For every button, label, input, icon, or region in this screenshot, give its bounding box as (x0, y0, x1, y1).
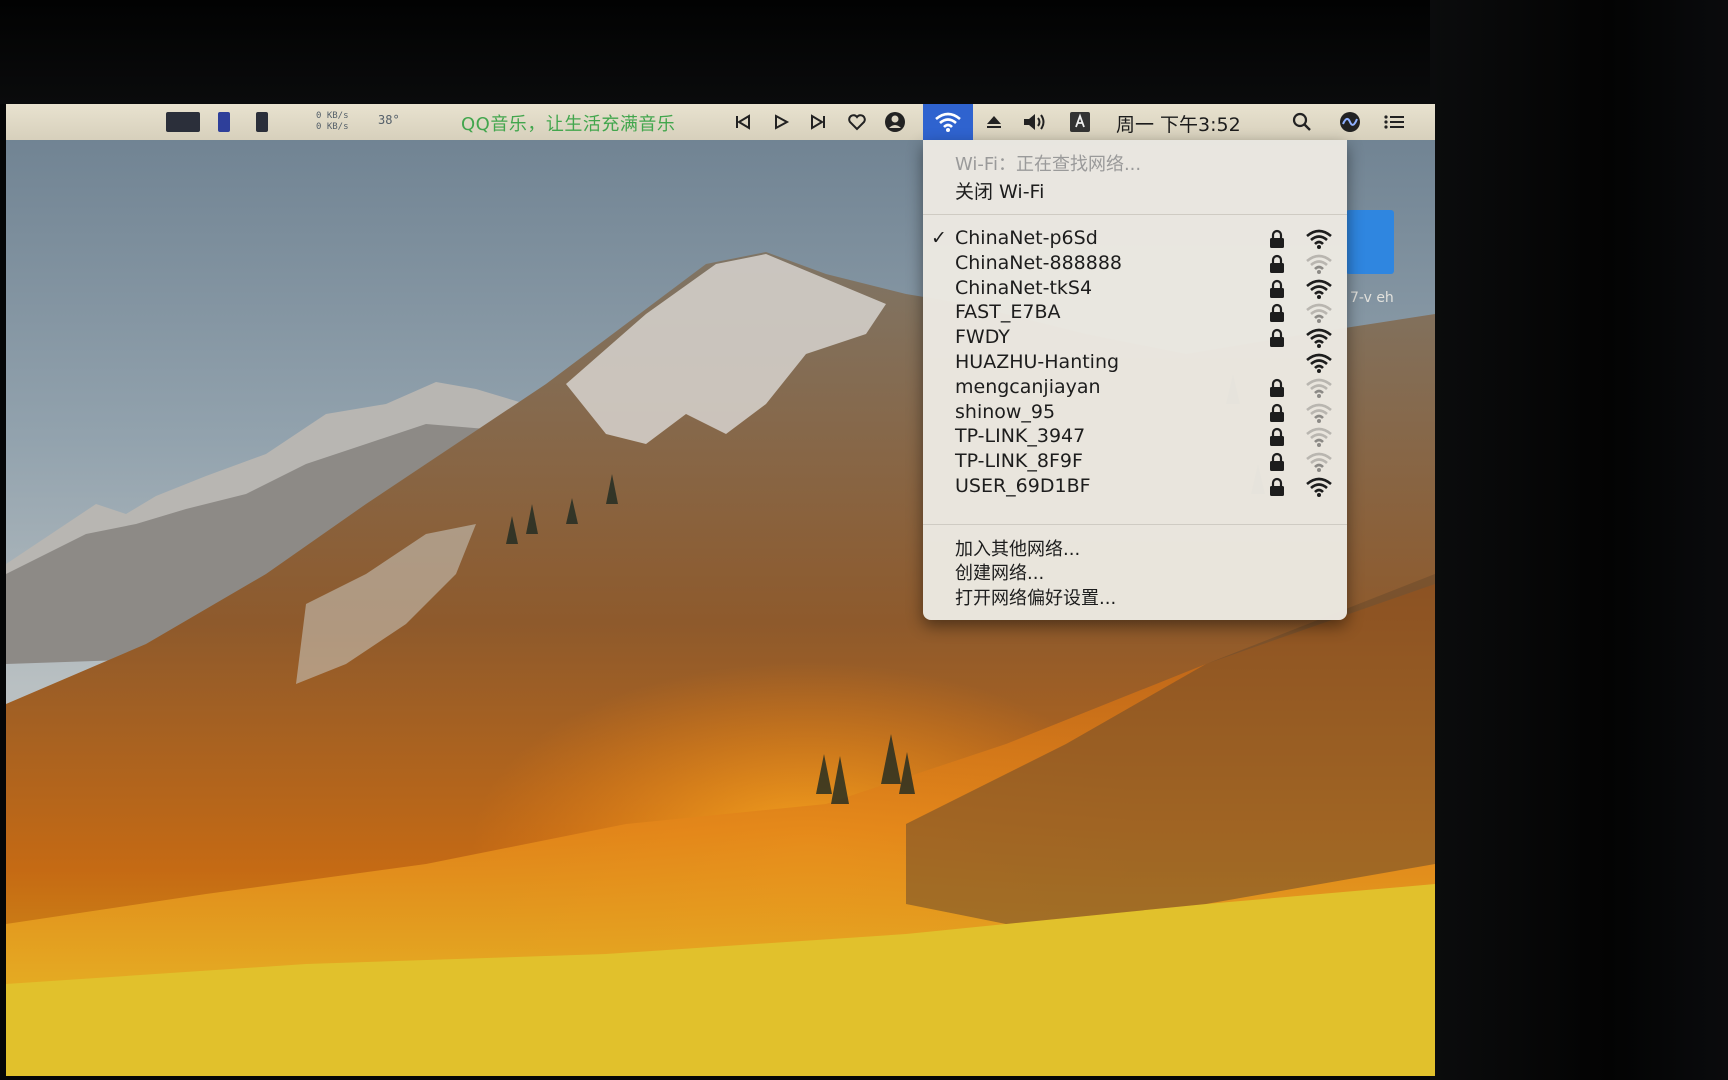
volume-icon[interactable] (1018, 104, 1054, 140)
cpu-monitor-icon[interactable] (166, 112, 200, 132)
network-name: mengcanjiayan (955, 375, 1101, 398)
network-item[interactable]: FWDY (923, 324, 1347, 351)
network-speed-up: 0 KB/s (316, 111, 349, 121)
wifi-menu-button[interactable] (923, 104, 973, 140)
network-name: ChinaNet-p6Sd (955, 227, 1098, 249)
menu-separator (923, 214, 1347, 215)
menu-separator (923, 524, 1347, 525)
play-icon[interactable] (766, 104, 796, 140)
open-network-preferences-item[interactable]: 打开网络偏好设置... (955, 584, 1116, 610)
skip-back-icon[interactable] (728, 104, 758, 140)
desktop-file-icon[interactable] (1346, 210, 1394, 274)
lock-icon (1270, 378, 1284, 397)
network-name: FWDY (955, 326, 1010, 349)
notification-list-icon[interactable] (1378, 104, 1410, 140)
lock-icon (1270, 453, 1284, 472)
wifi-signal-weak-icon (1306, 304, 1332, 324)
lock-icon (1270, 428, 1284, 447)
wifi-signal-weak-icon (1306, 428, 1332, 448)
wifi-signal-strong-icon (1306, 229, 1332, 249)
join-other-network-item[interactable]: 加入其他网络... (955, 535, 1080, 561)
network-speed-down: 0 KB/s (316, 122, 349, 132)
lock-icon (1270, 304, 1284, 323)
wifi-signal-strong-icon (1306, 477, 1332, 497)
skip-forward-icon[interactable] (803, 104, 833, 140)
menu-bar-clock[interactable]: 周一 下午3:52 (1116, 110, 1241, 137)
qq-music-ticker[interactable]: QQ音乐，让生活充满音乐 (461, 110, 675, 136)
user-circle-icon[interactable] (880, 104, 910, 140)
network-name: HUAZHU-Hanting (955, 351, 1120, 373)
network-name: USER_69D1BF (955, 475, 1091, 497)
network-name: TP-LINK_3947 (955, 425, 1086, 448)
network-item[interactable]: ChinaNet-tkS4 (923, 275, 1347, 302)
connected-checkmark-icon: ✓ (931, 227, 947, 249)
wifi-signal-strong-icon (1306, 328, 1332, 349)
memory-monitor-icon[interactable] (218, 112, 230, 132)
create-network-item[interactable]: 创建网络... (955, 559, 1044, 585)
network-item[interactable]: USER_69D1BF (923, 473, 1347, 500)
wifi-signal-strong-icon (1306, 279, 1332, 299)
lock-icon (1270, 477, 1284, 496)
turn-off-wifi-item[interactable]: 关闭 Wi-Fi (955, 177, 1044, 204)
network-name: FAST_E7BA (955, 301, 1061, 324)
network-item[interactable]: HUAZHU-Hanting (923, 349, 1347, 376)
search-icon[interactable] (1286, 104, 1318, 140)
temperature-readout: 38° (378, 113, 400, 127)
wifi-status-text: Wi-Fi：正在查找网络... (955, 154, 1142, 175)
input-source-icon[interactable] (1064, 104, 1096, 140)
menu-bar: 0 KB/s 0 KB/s 38° QQ音乐，让生活充满音乐 周一 下午3:52 (6, 104, 1435, 140)
lock-icon (1270, 329, 1284, 348)
monitor-bezel-right (1430, 0, 1728, 1080)
network-item[interactable]: shinow_95 (923, 399, 1347, 426)
network-item[interactable]: mengcanjiayan (923, 374, 1347, 401)
network-name: ChinaNet-tkS4 (955, 276, 1093, 299)
network-item[interactable]: TP-LINK_8F9F (923, 448, 1347, 475)
heart-icon[interactable] (842, 104, 872, 140)
wifi-dropdown-menu: Wi-Fi：正在查找网络... 关闭 Wi-Fi ✓ ChinaNet-p6Sd C… (923, 140, 1347, 620)
lock-icon (1270, 254, 1284, 273)
desktop-file-label[interactable]: 7-v eh (1350, 290, 1394, 306)
network-item[interactable]: ✓ ChinaNet-p6Sd (923, 225, 1347, 252)
wifi-signal-strong-icon (1306, 353, 1332, 373)
wifi-signal-weak-icon (1306, 403, 1332, 423)
network-name: ChinaNet-888888 (955, 251, 1123, 274)
lock-icon (1270, 279, 1284, 298)
wifi-signal-weak-icon (1306, 378, 1332, 398)
network-item[interactable]: TP-LINK_3947 (923, 423, 1347, 450)
lock-icon (1270, 229, 1284, 248)
lock-icon (1270, 403, 1284, 422)
wifi-icon (935, 112, 961, 132)
disk-monitor-icon[interactable] (256, 112, 268, 132)
siri-icon[interactable] (1334, 104, 1366, 140)
network-name: TP-LINK_8F9F (955, 450, 1083, 473)
network-item[interactable]: FAST_E7BA (923, 299, 1347, 326)
wifi-signal-weak-icon (1306, 452, 1332, 473)
network-item[interactable]: ChinaNet-888888 (923, 250, 1347, 277)
network-name: shinow_95 (955, 400, 1056, 423)
wifi-signal-weak-icon (1306, 254, 1332, 274)
monitor-bezel-top (0, 0, 1540, 104)
screen: 7-v eh 0 KB/s 0 KB/s 38° QQ音乐，让生活充满音乐 周一… (6, 104, 1435, 1076)
eject-icon[interactable] (978, 104, 1010, 140)
